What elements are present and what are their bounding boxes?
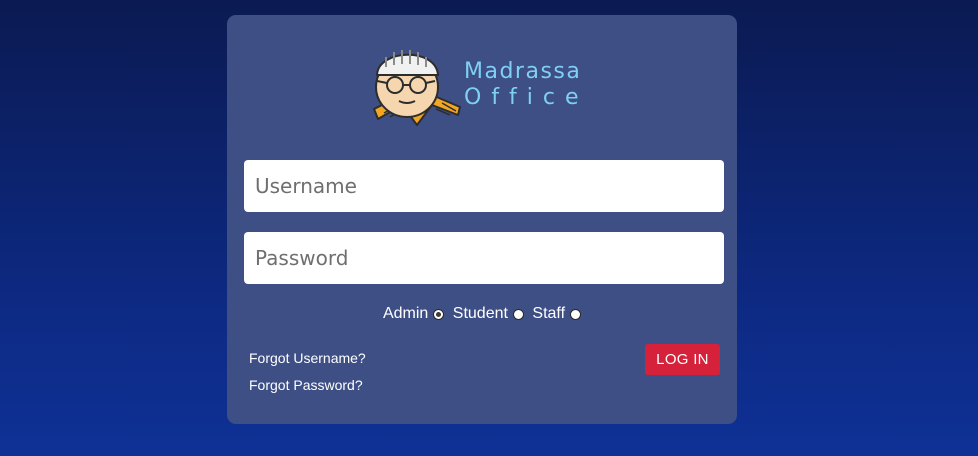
- forgot-password-link[interactable]: Forgot Password?: [249, 372, 366, 399]
- role-selector: Admin Student Staff: [227, 305, 737, 323]
- login-card: Madrassa Office Admin Student Staff Forg…: [227, 15, 737, 424]
- role-admin[interactable]: Admin: [382, 305, 445, 323]
- forgot-username-link[interactable]: Forgot Username?: [249, 345, 366, 372]
- role-staff-label: Staff: [532, 305, 566, 322]
- brand-name: Madrassa Office: [464, 61, 589, 109]
- login-button[interactable]: LOG IN: [645, 344, 720, 375]
- role-student-label: Student: [452, 305, 508, 322]
- role-staff-radio[interactable]: [570, 308, 582, 320]
- brand-name-line1: Madrassa: [464, 59, 582, 84]
- brand-logo: Madrassa Office: [372, 37, 602, 137]
- password-input[interactable]: [244, 232, 724, 284]
- role-staff[interactable]: Staff: [532, 305, 582, 323]
- username-input[interactable]: [244, 160, 724, 212]
- role-admin-radio[interactable]: [433, 308, 445, 320]
- role-student-radio[interactable]: [512, 308, 524, 320]
- role-admin-label: Admin: [382, 305, 429, 322]
- role-student[interactable]: Student: [453, 305, 524, 323]
- recovery-links: Forgot Username? Forgot Password?: [249, 345, 366, 399]
- madrassa-mascot-icon: [373, 50, 461, 126]
- brand-name-line2: Office: [464, 85, 589, 110]
